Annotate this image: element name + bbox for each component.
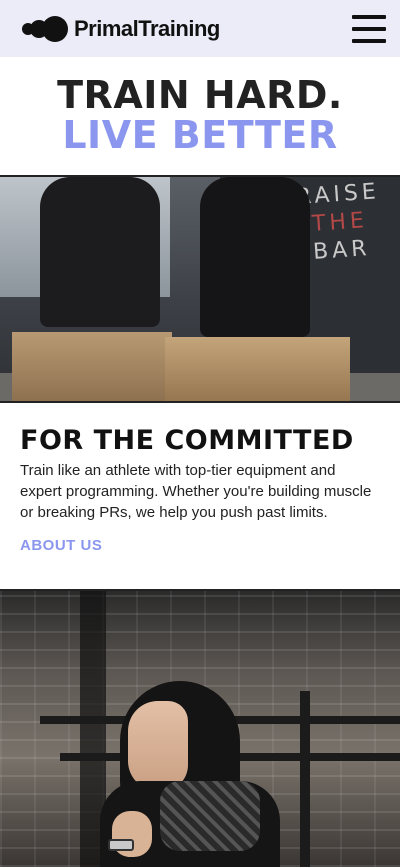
section-heading: FOR THE COMMITTED (20, 425, 354, 456)
three-circles-logo-icon (22, 15, 68, 42)
hero-line-2: LIVE BETTER (62, 113, 338, 157)
plyo-box (12, 332, 172, 401)
athlete-figure (40, 177, 160, 327)
smartwatch (108, 839, 134, 851)
athlete-face (128, 701, 188, 791)
rack-post (300, 691, 310, 867)
hero: TRAIN HARD. LIVE BETTER (0, 57, 400, 175)
battle-rope-athlete-photo (0, 589, 400, 867)
section-body: Train like an athlete with top-tier equi… (20, 462, 372, 521)
hamburger-menu-icon[interactable] (352, 14, 386, 43)
brand-logo[interactable]: PrimalTraining (22, 15, 220, 42)
plyo-box (165, 337, 350, 401)
hero-headline: TRAIN HARD. LIVE BETTER (0, 75, 400, 155)
site-header: PrimalTraining (0, 0, 400, 57)
athlete-figure (200, 177, 310, 337)
hero-line-1: TRAIN HARD. (57, 73, 343, 117)
about-us-link[interactable]: ABOUT US (20, 537, 102, 554)
brand-name: PrimalTraining (74, 15, 220, 41)
box-jump-training-photo: RAISE THE BAR (0, 175, 400, 403)
committed-section: FOR THE COMMITTED Train like an athlete … (0, 403, 400, 589)
battle-rope (160, 781, 260, 851)
